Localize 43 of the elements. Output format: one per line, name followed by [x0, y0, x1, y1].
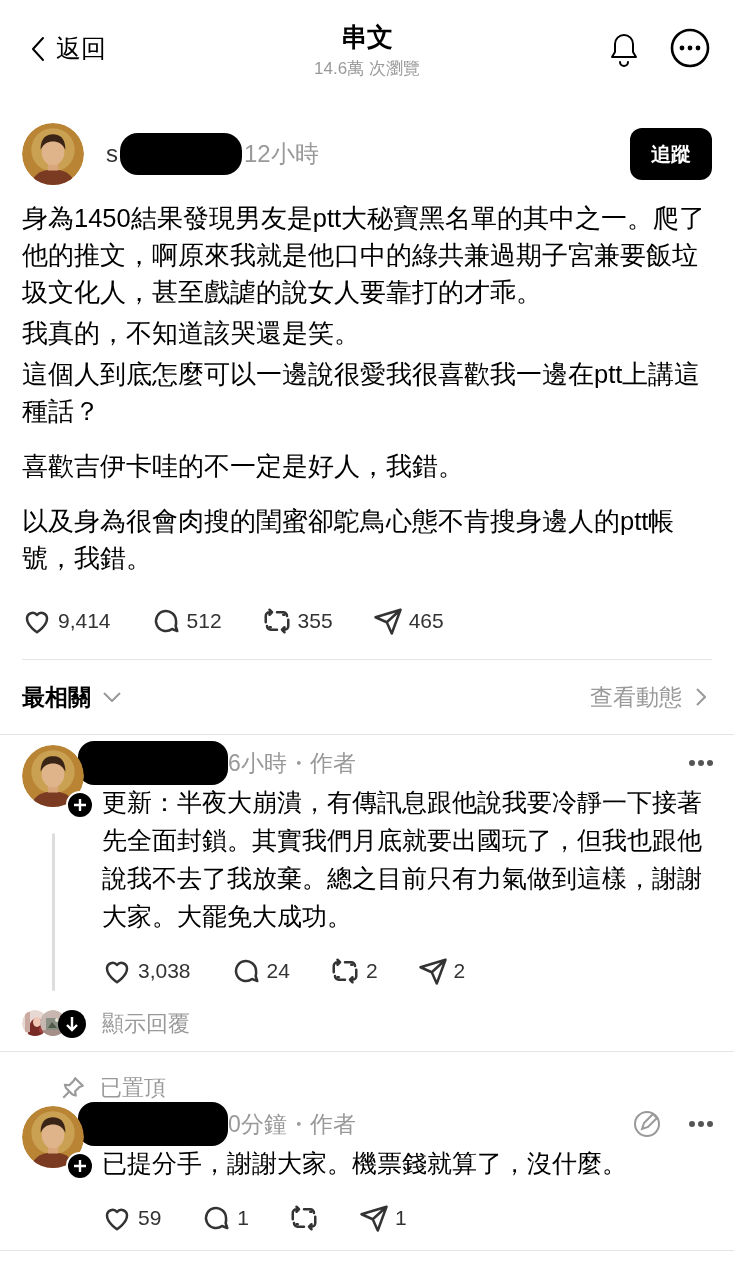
reply-time: 0分鐘・作者: [228, 1109, 356, 1139]
chevron-down-icon: [103, 692, 121, 702]
post-time: 12小時: [244, 139, 319, 169]
stat-count: 3,038: [138, 959, 191, 983]
view-count: 14.6萬 次瀏覽: [314, 58, 420, 80]
username[interactable]: s: [106, 140, 118, 168]
stat-count: 59: [138, 1206, 162, 1230]
follow-button[interactable]: 追蹤: [630, 128, 712, 180]
plus-badge-icon[interactable]: [66, 1152, 94, 1180]
page-title: 串文: [341, 21, 393, 54]
stat-count: 2: [453, 959, 466, 983]
paper-plane-icon[interactable]: [417, 956, 448, 986]
stat-count: 1: [237, 1206, 250, 1230]
post-paragraph: 這個人到底怎麼可以一邊說很愛我很喜歡我一邊在ptt上講這種話？: [22, 359, 702, 427]
reply-text: 更新：半夜大崩潰，有傳訊息跟他說我要冷靜一下接著先全面封鎖。其實我們月底就要出國玩了，但我也跟他說我不去了我放棄。總之目前只有力氣做到這樣，謝謝大家。大罷免大成功。: [102, 787, 703, 932]
repost-icon[interactable]: [289, 1203, 320, 1233]
sort-dropdown[interactable]: 最相關: [22, 681, 121, 713]
stat-count: 9,414: [58, 609, 111, 633]
stat-count: 465: [408, 609, 444, 633]
reply-text: 已提分手，謝謝大家。機票錢就算了，沒什麼。: [102, 1148, 628, 1179]
pin-icon: [60, 1075, 86, 1101]
reply-time: 6小時・作者: [228, 748, 356, 778]
stat-count: 1: [395, 1206, 407, 1230]
stat-count: 512: [186, 609, 222, 633]
chevron-left-icon: [30, 35, 46, 62]
more-icon[interactable]: [688, 1120, 714, 1128]
plus-badge-icon[interactable]: [66, 791, 94, 819]
paper-plane-icon[interactable]: [359, 1203, 390, 1233]
stat-count: 24: [266, 959, 290, 983]
edit-icon[interactable]: [632, 1109, 662, 1139]
post-paragraph: 以及身為很會肉搜的閨蜜卻鴕鳥心態不肯搜身邊人的ptt帳號，我錯。: [22, 506, 676, 574]
back-button[interactable]: 返回: [30, 32, 106, 65]
more-icon[interactable]: [688, 759, 714, 767]
post-paragraph: 身為1450結果發現男友是ptt大秘寶黑名單的其中之一。爬了他的推文，啊原來我就是他口中的綠共兼過期子宮兼要飯垃圾文化人，甚至戲謔的說女人要靠打的才乖。: [22, 203, 707, 308]
more-icon[interactable]: [670, 28, 710, 68]
paper-plane-icon[interactable]: [372, 606, 403, 636]
arrow-down-badge-icon[interactable]: [58, 1010, 86, 1038]
pinned-label: 已置頂: [100, 1074, 166, 1102]
post-paragraph: 我真的，不知道該哭還是笑。: [22, 318, 361, 349]
post-paragraph: 喜歡吉伊卡哇的不一定是好人，我錯。: [22, 451, 465, 482]
stat-count: 2: [365, 959, 378, 983]
chevron-right-icon: [696, 688, 706, 706]
stat-count: 355: [297, 609, 333, 633]
